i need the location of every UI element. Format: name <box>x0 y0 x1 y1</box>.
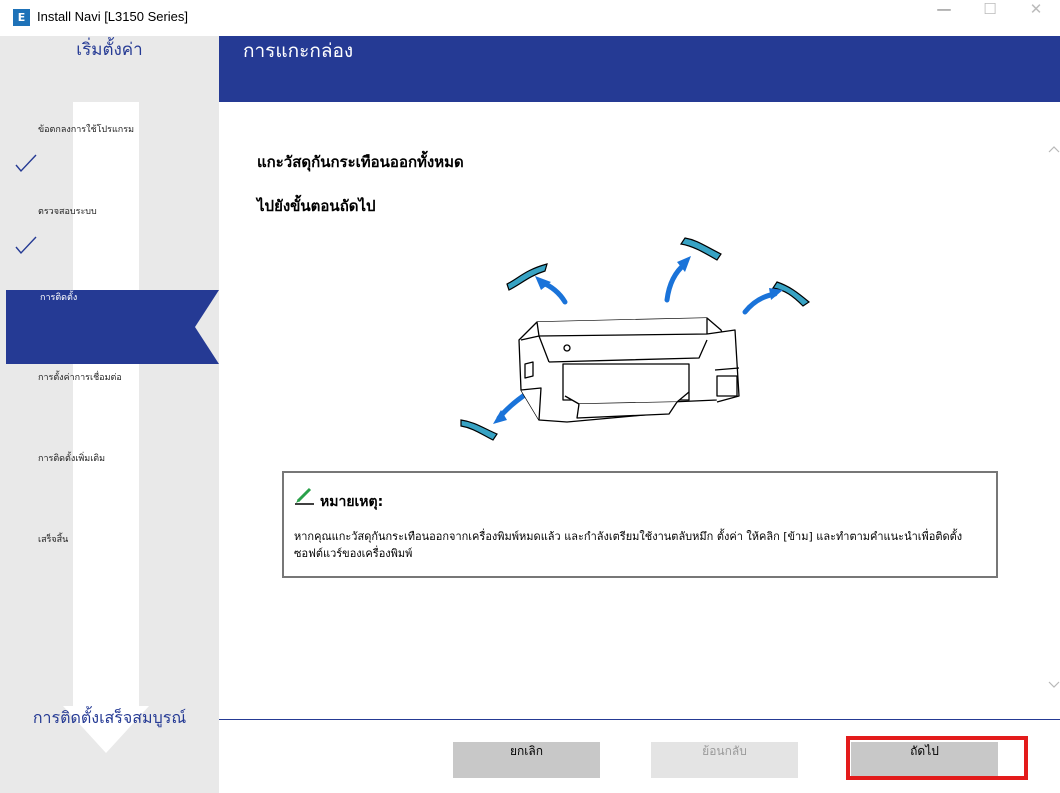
note-title: หมายเหตุ: <box>320 494 384 510</box>
sidebar-step-finish: เสร็จสิ้น <box>0 532 219 606</box>
sidebar-step-label: ตรวจสอบระบบ <box>38 207 97 217</box>
check-icon <box>15 236 37 255</box>
sidebar-step-agreement: ข้อตกลงการใช้โปรแกรม <box>0 122 219 196</box>
scrollbar[interactable] <box>1046 122 1060 712</box>
sidebar-step-label: เสร็จสิ้น <box>38 535 69 545</box>
printer-unpacking-illustration <box>460 237 811 441</box>
title-bar: E Install Navi [L3150 Series] — ☐ ✕ <box>0 0 1060 36</box>
sidebar-step-label: การติดตั้งเพิ่มเติม <box>38 454 106 464</box>
sidebar-step-label: การติดตั้ง <box>40 293 78 303</box>
check-icon <box>15 154 37 173</box>
page-title: การแกะกล่อง <box>243 40 354 62</box>
sidebar-footer: การติดตั้งเสร็จสมบูรณ์ <box>32 708 187 727</box>
minimize-button[interactable]: — <box>921 0 967 36</box>
maximize-button: ☐ <box>983 0 997 18</box>
active-step-pointer <box>195 290 219 364</box>
sidebar-step-additional: การติดตั้งเพิ่มเติม <box>0 451 219 525</box>
sidebar-step-label: การตั้งค่าการเชื่อมต่อ <box>38 373 122 383</box>
content-area: แกะวัสดุกันกระเทือนออกทั้งหมด ไปยังขั้นต… <box>219 102 1060 720</box>
close-button[interactable]: ✕ <box>1013 0 1059 36</box>
sidebar-step-installation: การติดตั้ง <box>6 290 219 364</box>
sidebar-header: เริ่มตั้งค่า <box>76 40 143 60</box>
note-box: หมายเหตุ: หากคุณแกะวัสดุกันกระเทือนออกจา… <box>282 471 998 578</box>
window-title: Install Navi [L3150 Series] <box>37 9 189 24</box>
sidebar-step-connection: การตั้งค่าการเชื่อมต่อ <box>0 370 219 444</box>
next-button-highlight <box>846 736 1028 780</box>
footer-divider <box>219 719 1060 720</box>
sidebar: เริ่มตั้งค่า ข้อตกลงการใช้โปรแกรม ตรวจสอ… <box>0 36 219 793</box>
app-icon: E <box>13 9 30 26</box>
sidebar-step-system-check: ตรวจสอบระบบ <box>0 204 219 278</box>
sidebar-step-label: ข้อตกลงการใช้โปรแกรม <box>38 125 134 135</box>
packing-piece <box>771 281 811 307</box>
packing-piece <box>460 419 498 441</box>
main-header: การแกะกล่อง <box>219 36 1060 102</box>
cancel-button[interactable]: ยกเลิก <box>453 742 600 778</box>
note-text: หากคุณแกะวัสดุกันกระเทือนออกจากเครื่องพิ… <box>294 530 963 560</box>
instruction-next-text: ไปยังขั้นตอนถัดไป <box>257 197 376 215</box>
back-button: ย้อนกลับ <box>651 742 798 778</box>
pencil-icon <box>295 487 314 505</box>
instruction-text: แกะวัสดุกันกระเทือนออกทั้งหมด <box>257 153 464 171</box>
packing-piece <box>679 237 722 261</box>
